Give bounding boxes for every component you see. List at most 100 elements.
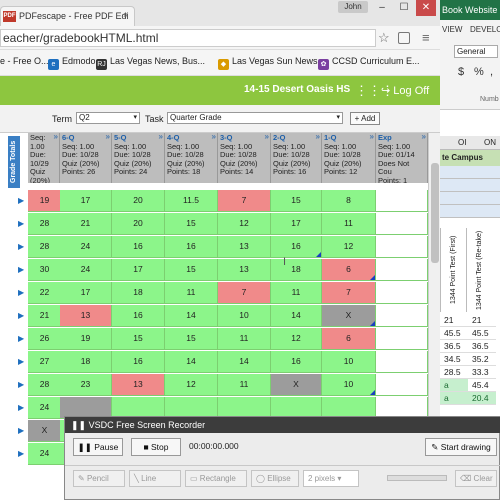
sheet-cell[interactable]: a [440,392,468,405]
sheet-cell[interactable]: 36.5 [440,340,468,353]
grade-cell[interactable]: 11 [165,282,218,304]
row-expand-icon[interactable]: ▶ [18,334,24,343]
grade-cell[interactable] [376,282,428,304]
total-cell[interactable]: 30 [28,259,62,281]
sheet-cell[interactable]: 45.5 [440,327,468,340]
grade-cell[interactable]: 16 [112,305,165,327]
grade-cell[interactable]: 16 [112,236,165,258]
minimize-icon[interactable]: – [372,0,392,16]
header-first-test[interactable]: 1344 Point Test (First) [440,228,466,312]
column-header[interactable]: ON [484,138,496,147]
row-expand-icon[interactable]: ▶ [18,380,24,389]
tab-close-icon[interactable]: × [123,10,128,20]
grade-cell[interactable]: 16 [112,351,165,373]
row-expand-icon[interactable]: ▶ [18,196,24,205]
sheet-cell[interactable]: 28.5 [440,366,468,379]
grade-cell[interactable]: 15 [165,259,218,281]
column-nav-icon[interactable]: » [212,133,216,142]
star-bookmark-icon[interactable]: ☆ [378,30,390,46]
grade-cell[interactable]: 12 [322,236,376,258]
grade-cell[interactable]: 24 [60,259,112,281]
grade-cell[interactable]: 14 [218,351,271,373]
assignment-header[interactable]: 1-Q Seq: 1.00 Due: 10/28 Quiz (20%) Points: … [322,133,376,183]
line-width-select[interactable]: 2 pixels ▾ [303,470,359,487]
percent-icon[interactable]: % [474,66,484,78]
grade-cell[interactable]: 8 [322,190,376,212]
assignment-header[interactable]: 6-Q Seq: 1.00 Due: 10/28 Quiz (20%) Points: … [60,133,112,183]
start-drawing-button[interactable]: ✎ Start drawing [425,438,497,456]
grade-cell[interactable]: 17 [60,190,112,212]
sheet-cell[interactable]: 45.5 [468,327,496,340]
grade-cell[interactable]: 18 [271,259,322,281]
bookmark-item[interactable]: ✿ CCSD Curriculum E... [318,56,420,70]
url-input[interactable]: eacher/gradebookHTML.html [0,29,376,47]
assignment-header[interactable]: 2-Q Seq: 1.00 Due: 10/28 Quiz (20%) Points: … [271,133,322,183]
grade-cell[interactable]: 20 [112,190,165,212]
campus-cell[interactable]: te Campus [440,150,500,166]
opacity-slider[interactable] [387,475,447,481]
clear-button[interactable]: ⌫ Clear [455,470,497,487]
pencil-tool[interactable]: ✎ Pencil [73,470,125,487]
sheet-cell[interactable]: 20.4 [468,392,496,405]
bookmark-item[interactable]: e - Free O... [0,56,49,66]
grade-cell[interactable]: 11 [271,282,322,304]
total-cell[interactable]: 28 [28,213,62,235]
row-expand-icon[interactable]: ▶ [18,242,24,251]
ellipse-tool[interactable]: ◯ Ellipse [251,470,299,487]
comma-style-icon[interactable]: , [490,66,493,78]
header-retake-test[interactable]: 1344 Point Test (Re-take) [466,228,492,312]
grade-cell[interactable]: 17 [112,259,165,281]
column-nav-icon[interactable]: » [159,133,163,142]
grade-cell[interactable] [376,236,428,258]
grade-cell[interactable]: 7 [218,282,271,304]
grade-cell[interactable]: 11 [322,213,376,235]
grade-cell[interactable]: 14 [271,305,322,327]
grade-cell[interactable]: 10 [322,351,376,373]
grade-cell[interactable]: 13 [112,374,165,396]
rectangle-tool[interactable]: ▭ Rectangle [185,470,247,487]
grade-cell[interactable]: 16 [271,351,322,373]
grade-cell[interactable]: 10 [322,374,376,396]
grade-cell[interactable]: 16 [165,236,218,258]
total-cell[interactable]: 28 [28,236,62,258]
grade-cell[interactable]: 7 [218,190,271,212]
bookmark-item[interactable]: ◆ Las Vegas Sun News [218,56,318,70]
bookmark-item[interactable]: RJ Las Vegas News, Bus... [96,56,205,70]
grade-cell[interactable]: X [322,305,376,327]
extension-icon[interactable] [398,32,410,44]
grade-cell[interactable]: 20 [112,213,165,235]
grade-cell[interactable]: 15 [112,328,165,350]
grade-cell[interactable]: 13 [218,236,271,258]
grade-cell[interactable]: 21 [60,213,112,235]
line-tool[interactable]: ╲ Line [129,470,181,487]
sheet-cell[interactable]: a [440,379,468,392]
total-cell[interactable]: 28 [28,374,62,396]
assignment-header[interactable]: Exp Seq: 1.00 Due: 01/14 Does Not Cou Points… [376,133,428,183]
sheet-cell[interactable]: 21 [440,314,468,327]
column-nav-icon[interactable]: » [106,133,110,142]
grade-cell[interactable]: 14 [165,305,218,327]
row-expand-icon[interactable]: ▶ [18,265,24,274]
pause-button[interactable]: ❚❚ Pause [73,438,123,456]
grade-cell[interactable]: 11 [218,328,271,350]
column-header[interactable]: OI [458,138,466,147]
grade-cell[interactable]: 17 [271,213,322,235]
grade-totals-tab[interactable]: Grade Totals [8,136,20,188]
column-nav-icon[interactable]: » [316,133,320,142]
row-expand-icon[interactable]: ▶ [18,357,24,366]
scrollbar-thumb[interactable] [431,163,439,263]
grade-cell[interactable]: 6 [322,259,376,281]
row-expand-icon[interactable]: ▶ [18,288,24,297]
grade-cell[interactable]: 10 [218,305,271,327]
grade-cell[interactable]: 11 [218,374,271,396]
total-cell[interactable]: 26 [28,328,62,350]
grade-cell[interactable] [376,374,428,396]
ribbon-tab-view[interactable]: VIEW [442,25,462,34]
total-cell[interactable]: X [28,420,62,442]
column-nav-icon[interactable]: » [422,133,426,142]
grade-cell[interactable] [376,190,428,212]
grade-cell[interactable]: 13 [218,259,271,281]
close-window-icon[interactable]: ✕ [416,0,436,16]
add-button[interactable]: + Add [350,112,380,125]
assignment-header[interactable]: 3-Q Seq: 1.00 Due: 10/28 Quiz (20%) Points: … [218,133,271,183]
